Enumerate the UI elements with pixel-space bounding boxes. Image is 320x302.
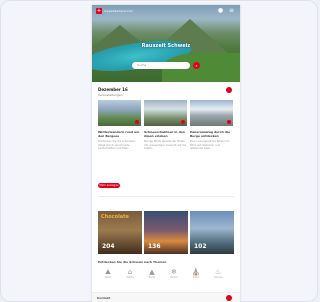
- article-card[interactable]: Winterwandern rund um den Bergsee Entdec…: [98, 100, 141, 180]
- category-label: Winter: [170, 276, 178, 279]
- culture-icon: ⛪: [191, 268, 201, 276]
- hiking-icon: ⛰: [105, 268, 111, 276]
- food-icon: ♨: [214, 268, 222, 276]
- user-icon[interactable]: ●: [217, 7, 224, 14]
- article-image: [190, 100, 233, 126]
- article-title: Winterwandern rund um den Bergsee: [98, 130, 140, 138]
- category-item[interactable]: ⛪ Kultur: [188, 268, 204, 279]
- hero-title: Rauszeit Schweiz: [141, 43, 191, 49]
- tile-number: 136: [148, 243, 161, 250]
- menu-icon[interactable]: ≡: [228, 7, 235, 14]
- category-label: Natur: [104, 276, 112, 279]
- mobile-page: + myswitzerland.com ● ≡ Rauszeit Schweiz…: [92, 5, 240, 302]
- top-bar: + myswitzerland.com ● ≡: [92, 5, 240, 17]
- article-title: Panoramazug durch die Berge entdecken: [190, 130, 230, 138]
- category-item[interactable]: ♨ Genuss: [210, 268, 226, 279]
- category-item[interactable]: ❄ Winter: [166, 268, 182, 279]
- bookmark-icon[interactable]: [135, 120, 139, 124]
- article-card[interactable]: Panoramazug durch die Berge entdecken Ei…: [190, 100, 233, 180]
- city-icon: ⌂: [127, 268, 133, 276]
- category-item[interactable]: ⌂ Städte: [122, 268, 138, 279]
- categories-title: Entdecken Sie die Schweiz nach Themen: [98, 260, 167, 264]
- category-label: Genuss: [213, 276, 223, 279]
- calendar-icon[interactable]: [226, 87, 232, 93]
- search-input[interactable]: Suche: [132, 62, 190, 69]
- section-subtitle: Veranstaltungen: [98, 93, 123, 97]
- footer-title: Kontakt: [97, 296, 111, 300]
- brand-name: myswitzerland.com: [104, 9, 134, 13]
- more-button[interactable]: Mehr anzeigen: [98, 183, 120, 188]
- article-image: [144, 100, 187, 126]
- category-item[interactable]: ⛰ Natur: [100, 268, 116, 279]
- article-text: Ruhige Pfade abseits der Pisten mit gros…: [144, 140, 187, 151]
- highlight-tile[interactable]: 136: [144, 211, 188, 254]
- divider: [98, 196, 234, 197]
- article-card[interactable]: Schneeschuhtour in den Alpen erleben Ruh…: [144, 100, 187, 180]
- category-label: Kultur: [192, 276, 200, 279]
- tile-tag: Chocolate: [101, 214, 129, 220]
- article-text: Eine unvergessliche Reise mit Blick auf …: [190, 140, 229, 151]
- ski-icon: ❄: [171, 268, 177, 276]
- category-item[interactable]: ▲ Berge: [144, 268, 160, 279]
- search-icon[interactable]: ⌕: [193, 62, 200, 69]
- swiss-cross-logo[interactable]: +: [96, 8, 102, 14]
- article-text: Entdecken Sie die schönsten Wege durch v…: [98, 140, 136, 151]
- article-image: [98, 100, 141, 126]
- tile-number: 204: [102, 243, 115, 250]
- category-label: Berge: [148, 276, 156, 279]
- hero-banner: + myswitzerland.com ● ≡ Rauszeit Schweiz…: [92, 5, 240, 82]
- section-title: Dezember 16: [98, 87, 128, 92]
- highlight-tile[interactable]: 102: [190, 211, 234, 254]
- category-label: Städte: [126, 276, 134, 279]
- article-title: Schneeschuhtour in den Alpen erleben: [144, 130, 185, 138]
- footer-bar: Kontakt: [92, 292, 240, 302]
- mountain-icon: ▲: [149, 268, 155, 276]
- highlight-tile[interactable]: Chocolate 204: [98, 211, 142, 254]
- bookmark-icon[interactable]: [227, 120, 231, 124]
- tile-number: 102: [194, 243, 207, 250]
- chat-icon[interactable]: [226, 295, 232, 301]
- bookmark-icon[interactable]: [181, 120, 185, 124]
